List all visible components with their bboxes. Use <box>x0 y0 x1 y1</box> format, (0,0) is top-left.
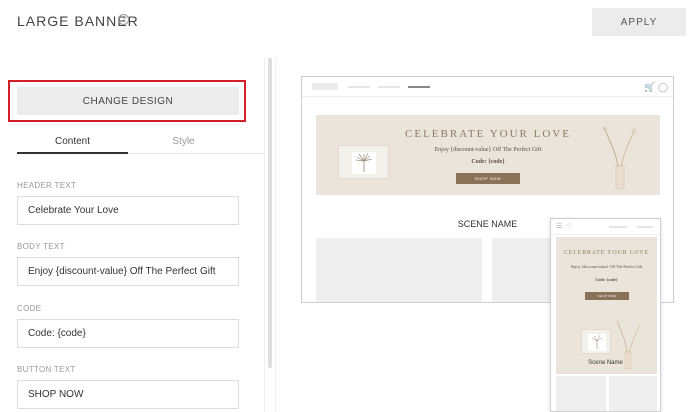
button-text-input[interactable]: SHOP NOW <box>17 380 239 409</box>
change-design-button[interactable]: CHANGE DESIGN <box>17 87 239 115</box>
preview-navbar: 🛒 ◯ <box>302 77 673 97</box>
nav-link-placeholder <box>348 86 370 88</box>
panel-scrollbar[interactable] <box>268 58 272 368</box>
mobile-banner-code-text: Code: {code} <box>595 277 618 282</box>
mobile-logo-placeholder <box>609 226 627 228</box>
top-bar: LARGE BANNER ? APPLY <box>0 0 688 46</box>
mobile-navbar: ☰ ○ <box>551 219 660 235</box>
header-text-label: HEADER TEXT <box>17 181 77 190</box>
nav-link-active-placeholder <box>408 86 430 88</box>
user-icon: ◯ <box>658 82 669 92</box>
mobile-banner-preview[interactable]: CELEBRATE YOUR LOVE Enjoy {discount-valu… <box>556 237 657 374</box>
mobile-banner-shop-button[interactable]: SHOP NOW <box>585 292 629 300</box>
logo-placeholder <box>312 83 338 90</box>
code-label: CODE <box>17 304 42 313</box>
banner-preview[interactable]: CELEBRATE YOUR LOVE Enjoy {discount-valu… <box>316 115 660 195</box>
mobile-palm-photo-image <box>581 329 611 354</box>
mobile-scene-name-text: Scene Name <box>588 360 623 366</box>
button-text-label: BUTTON TEXT <box>17 365 76 374</box>
change-design-highlight: CHANGE DESIGN <box>8 80 246 122</box>
banner-shop-button[interactable]: SHOP NOW <box>456 173 520 184</box>
apply-button[interactable]: APPLY <box>592 8 686 36</box>
product-tile-placeholder <box>316 238 482 302</box>
mobile-preview: ☰ ○ CELEBRATE YOUR LOVE Enjoy {discount-… <box>550 218 661 412</box>
panel-divider <box>264 58 265 412</box>
tab-content[interactable]: Content <box>17 136 128 154</box>
vase-image <box>600 121 640 193</box>
mobile-link-placeholder <box>637 226 653 228</box>
tab-bar: Content Style <box>17 136 264 154</box>
body-text-input[interactable]: Enjoy {discount-value} Off The Perfect G… <box>17 257 239 286</box>
product-tile-placeholder <box>492 238 552 302</box>
body-text-label: BODY TEXT <box>17 242 65 251</box>
tab-style[interactable]: Style <box>128 136 239 154</box>
cart-icon: 🛒 <box>644 82 656 92</box>
mobile-tile-placeholder <box>609 376 657 411</box>
mobile-banner-header-text: CELEBRATE YOUR LOVE <box>564 250 649 256</box>
nav-link-placeholder <box>378 86 400 88</box>
code-input[interactable]: Code: {code} <box>17 319 239 348</box>
mobile-tile-placeholder <box>556 376 606 411</box>
header-text-input[interactable]: Celebrate Your Love <box>17 196 239 225</box>
menu-icon: ☰ <box>556 223 563 230</box>
help-icon[interactable]: ? <box>118 14 129 25</box>
search-icon: ○ <box>567 222 572 229</box>
settings-panel: CHANGE DESIGN Content Style <box>0 58 264 412</box>
preview-divider <box>275 58 276 412</box>
mobile-banner-body-text: Enjoy {discount-value} Off The Perfect G… <box>570 264 643 269</box>
